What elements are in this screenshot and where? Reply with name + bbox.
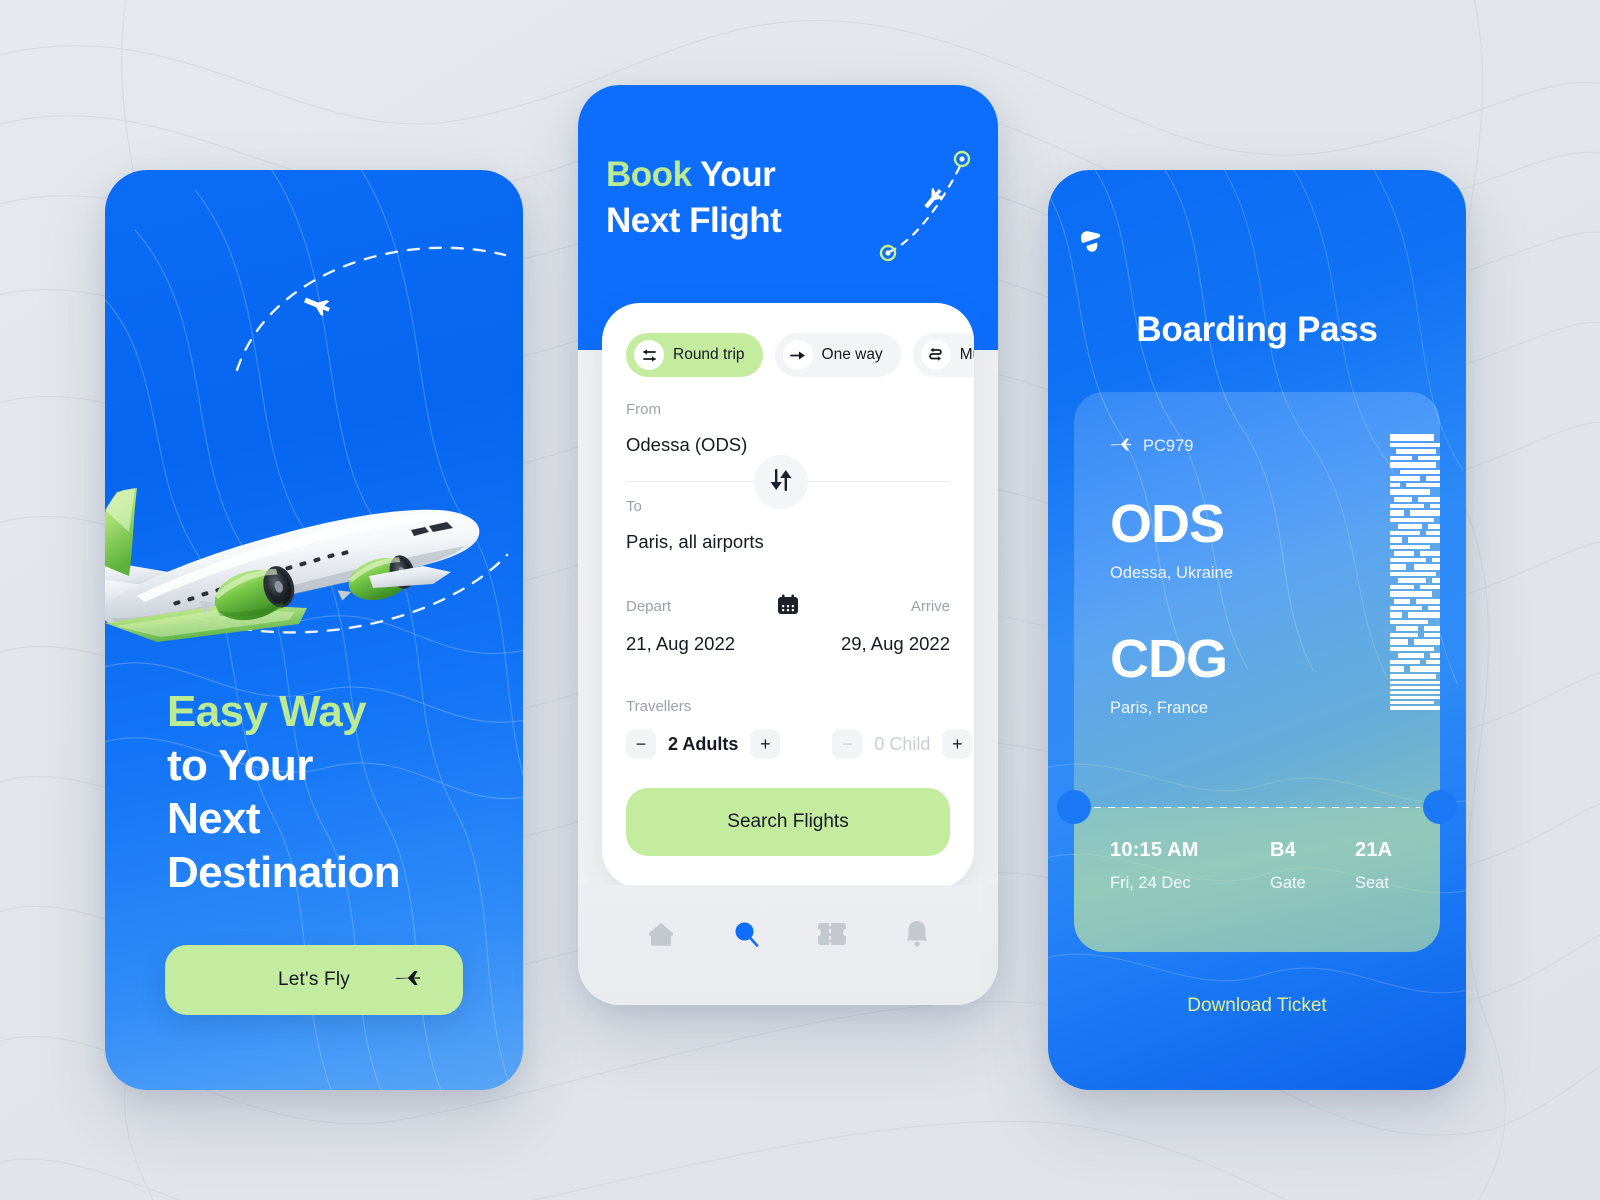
download-ticket-link[interactable]: Download Ticket	[1048, 995, 1466, 1017]
nav-search-icon[interactable]	[731, 919, 761, 954]
tab-one-way-label: One way	[821, 346, 883, 363]
gate-label: Gate	[1270, 874, 1306, 892]
pdf417-barcode-icon	[1390, 434, 1440, 710]
booking-title: Book Your Next Flight	[606, 152, 782, 243]
ticket-notch-left	[1057, 790, 1091, 824]
tab-round-trip[interactable]: Round trip	[626, 333, 763, 377]
headline-line-3: Next	[167, 794, 261, 844]
children-decrement-button[interactable]: −	[832, 729, 863, 759]
headline-line-4: Destination	[167, 848, 401, 898]
to-field[interactable]: To Paris, all airports	[626, 498, 764, 553]
departure-time-column: 10:15 AM Fri, 24 Dec	[1110, 839, 1270, 893]
seat-column: 21A Seat	[1355, 839, 1392, 893]
to-label: To	[626, 498, 642, 515]
seat-label: Seat	[1355, 874, 1389, 892]
round-trip-icon	[634, 340, 664, 370]
headline-line-2: to Your	[167, 740, 313, 790]
departure-date-label: Fri, 24 Dec	[1110, 874, 1191, 892]
boarding-pass-screen: Boarding Pass PC979 ODS Odessa, Ukraine …	[1048, 170, 1466, 1090]
calendar-icon[interactable]	[777, 594, 799, 621]
search-flights-button[interactable]: Search Flights	[626, 788, 950, 856]
nav-bell-icon[interactable]	[903, 919, 931, 954]
onboarding-headline: Easy Way to Your Next Destination	[167, 685, 497, 900]
from-field[interactable]: From Odessa (ODS)	[626, 401, 747, 456]
destination-city: Paris, France	[1110, 699, 1209, 717]
flight-number: PC979	[1143, 437, 1194, 455]
tab-one-way[interactable]: One way	[774, 333, 901, 377]
adults-stepper: − 2 Adults +	[626, 729, 781, 759]
seat-value: 21A	[1355, 839, 1393, 861]
depart-value[interactable]: 21, Aug 2022	[626, 633, 735, 655]
booking-title-accent: Book	[606, 155, 692, 194]
origin-city: Odessa, Ukraine	[1110, 564, 1233, 582]
onboarding-screen: Easy Way to Your Next Destination Let's …	[105, 170, 523, 1090]
from-label: From	[626, 401, 661, 418]
nav-home-icon[interactable]	[646, 919, 676, 954]
airplane-icon	[395, 966, 421, 995]
flight-number-row: PC979	[1110, 434, 1193, 459]
departure-time-value: 10:15 AM	[1110, 839, 1199, 861]
children-increment-button[interactable]: +	[942, 729, 973, 759]
arrive-label: Arrive	[910, 598, 950, 615]
boarding-pass-ticket[interactable]: PC979 ODS Odessa, Ukraine CDG Paris, Fra…	[1057, 392, 1457, 952]
lets-fly-button[interactable]: Let's Fly	[165, 945, 463, 1015]
boarding-pass-title: Boarding Pass	[1136, 310, 1378, 349]
perforation-divider	[1094, 807, 1420, 808]
booking-screen: Book Your Next Flight Round trip One way…	[578, 85, 998, 1005]
children-value: 0 Child	[874, 733, 931, 754]
from-value: Odessa (ODS)	[626, 434, 748, 455]
ticket-upper-section: PC979 ODS Odessa, Ukraine CDG Paris, Fra…	[1074, 392, 1440, 807]
swap-locations-button[interactable]	[754, 455, 808, 509]
flight-search-card: Round trip One way M From Odessa (ODS) T…	[602, 303, 974, 888]
booking-title-rest: Your	[691, 155, 776, 194]
tab-round-trip-label: Round trip	[673, 346, 745, 363]
adults-decrement-button[interactable]: −	[626, 729, 656, 759]
arrive-value[interactable]: 29, Aug 2022	[841, 633, 950, 655]
tab-multi-city-label: Multipl	[959, 346, 974, 363]
trip-type-tabs: Round trip One way M	[626, 333, 974, 377]
destination-code: CDG	[1110, 629, 1228, 689]
swap-vertical-icon	[769, 467, 793, 498]
lets-fly-label: Let's Fly	[278, 969, 350, 990]
travellers-section: Travellers − 2 Adults + − 0 Child +	[626, 698, 973, 759]
adults-value: 2 Adults	[668, 733, 739, 754]
one-way-icon	[782, 340, 813, 370]
nav-tickets-icon[interactable]	[816, 921, 848, 952]
tab-multi-city[interactable]: Multipl	[912, 333, 974, 377]
brand-mark-icon	[1078, 228, 1104, 263]
bottom-navigation-bar	[578, 885, 998, 1005]
airplane-icon	[1110, 434, 1132, 459]
headline-accent: Easy Way	[167, 687, 367, 736]
children-stepper: − 0 Child +	[832, 729, 973, 759]
ticket-notch-right	[1423, 790, 1457, 824]
booking-title-line-2: Next Flight	[606, 200, 782, 240]
adults-increment-button[interactable]: +	[750, 729, 781, 759]
dates-row: Depart Arrive 21, Aug 2022 29, Aug 2022	[626, 594, 950, 655]
origin-code: ODS	[1110, 494, 1225, 554]
flight-path-dashed-icon	[175, 246, 509, 634]
multi-city-icon	[920, 340, 951, 370]
travellers-label: Travellers	[626, 698, 692, 715]
ticket-details-row: 10:15 AM Fri, 24 Dec B4 Gate 21A Seat	[1110, 839, 1410, 893]
ticket-lower-section: 10:15 AM Fri, 24 Dec B4 Gate 21A Seat	[1057, 790, 1457, 952]
search-flights-label: Search Flights	[727, 811, 849, 832]
gate-column: B4 Gate	[1270, 839, 1355, 893]
depart-label: Depart	[626, 598, 672, 615]
to-value: Paris, all airports	[626, 531, 764, 552]
gate-value: B4	[1270, 839, 1296, 861]
dashed-flight-path-icon	[879, 150, 971, 262]
